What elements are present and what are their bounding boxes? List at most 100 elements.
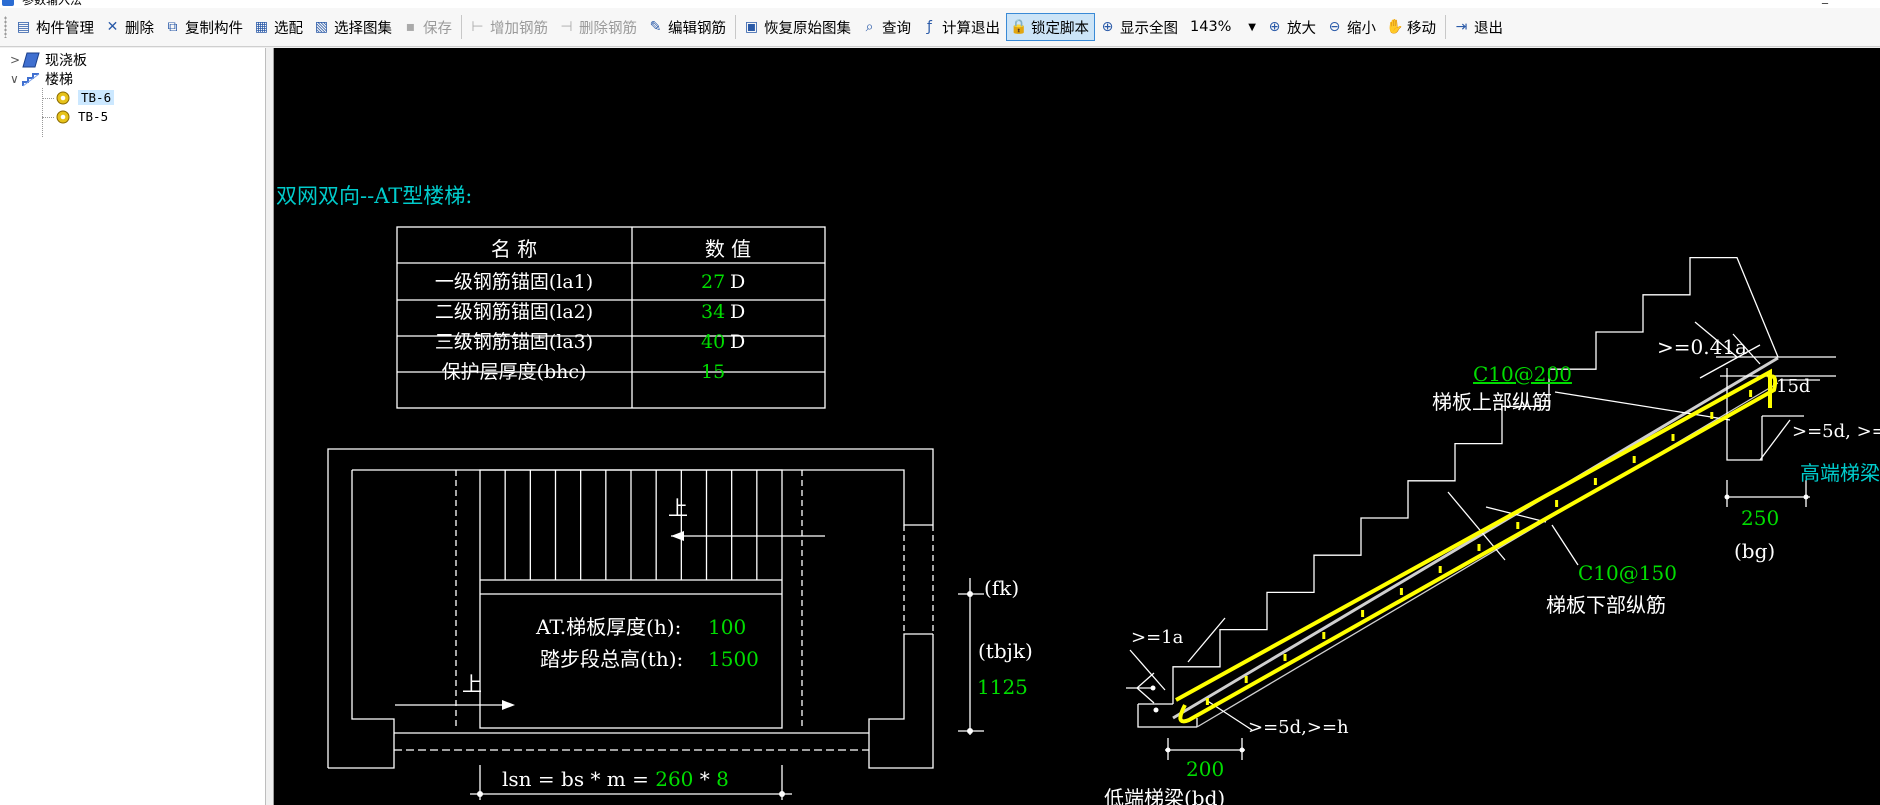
tree-node-tb-5[interactable]: TB-5 <box>55 107 108 126</box>
calc-exit-icon: ƒ <box>927 18 932 35</box>
zoom-out-icon: ⊖ <box>1328 18 1341 35</box>
title-bar: 参数输入法 _ <box>0 0 1880 8</box>
right-5d-label: >=5d, >= <box>1792 421 1880 442</box>
table-header-value: 数 值 <box>705 237 751 261</box>
delete-button[interactable]: ✕ 删除 <box>100 13 160 41</box>
query-button[interactable]: ⌕ 查询 <box>857 13 917 41</box>
table-cell-value: 40 <box>701 331 725 353</box>
tree-node-label: TB-6 <box>78 90 115 105</box>
toolbar-label: 选配 <box>274 20 303 37</box>
edit-rebar-icon: ✎ <box>649 18 662 35</box>
move-button[interactable]: ✋ 移动 <box>1382 13 1442 41</box>
rebar-tie-mark <box>1593 478 1597 485</box>
thickness-label: AT.梯板厚度(h): <box>535 615 681 639</box>
zoom-in-button[interactable]: ⊕ 放大 <box>1262 13 1322 41</box>
table-cell-unit: D <box>730 271 745 293</box>
component-manage-button[interactable]: ▤ 构件管理 <box>11 13 100 41</box>
toolbar-grip[interactable] <box>4 16 7 38</box>
calc-exit-button[interactable]: ƒ 计算退出 <box>917 13 1006 41</box>
toolbar-label: 显示全图 <box>1120 20 1178 37</box>
app-icon <box>2 0 14 6</box>
rebar-tie-mark <box>1671 434 1675 441</box>
table-cell-unit: D <box>730 301 745 323</box>
choose-diagram-set-icon: ▧ <box>314 18 329 35</box>
rebar-tie-mark <box>1438 566 1442 573</box>
zoom-out-button[interactable]: ⊖ 缩小 <box>1322 13 1382 41</box>
toolbar-label: 增加钢筋 <box>490 20 548 37</box>
bg-value: 250 <box>1741 506 1779 530</box>
bd-value: 200 <box>1186 757 1224 781</box>
drawing-canvas[interactable]: 双网双向--AT型楼梯: 名 称 数 值 一级钢筋锚固(la1) 27 D 二级钢筋锚… <box>274 48 1880 805</box>
toolbar-label: 编辑钢筋 <box>668 20 726 37</box>
restore-diagram-icon: ▣ <box>744 18 759 35</box>
rebar-tie-mark <box>1632 456 1636 463</box>
save-button[interactable]: ▪ 保存 <box>398 13 458 41</box>
toolbar-label: 保存 <box>423 20 452 37</box>
table-cell-name: 保护层厚度(bhc) <box>442 361 587 383</box>
panel-splitter[interactable] <box>266 48 274 805</box>
tree-node-label: TB-5 <box>78 109 109 124</box>
lsn-formula: lsn = bs * m = 260 * 8 <box>502 767 729 791</box>
bg-label: (bg) <box>1734 539 1775 563</box>
tbjk-value: 1125 <box>977 675 1028 699</box>
collapse-icon[interactable]: ∨ <box>10 72 22 86</box>
lock-script-button[interactable]: 🔒 锁定脚本 <box>1006 13 1095 41</box>
show-all-button[interactable]: ⊕ 显示全图 <box>1095 13 1184 41</box>
delete-rebar-button[interactable]: ⊣ 删除钢筋 <box>554 13 643 41</box>
rebar-tie-mark <box>1322 632 1326 639</box>
expand-icon[interactable]: > <box>10 53 22 67</box>
rebar-tie-mark <box>1710 412 1714 419</box>
height-value: 1500 <box>708 647 759 671</box>
hook-15d-label: 15d <box>1776 376 1810 397</box>
rebar-tie-mark <box>1477 544 1481 551</box>
high-beam-label: 高端梯梁 <box>1800 461 1880 485</box>
rebar-bars <box>1175 368 1778 724</box>
toolbar-label: 恢复原始图集 <box>764 20 851 37</box>
minimize-button[interactable]: _ <box>1822 0 1828 4</box>
tree-node-cast-slab[interactable]: > 现浇板 <box>10 50 87 69</box>
select-diagram-button[interactable]: ▦ 选配 <box>249 13 309 41</box>
show-all-icon: ⊕ <box>1101 18 1114 35</box>
rebar-tie-mark <box>1516 522 1520 529</box>
zoom-select[interactable]: 143% ▼ <box>1184 14 1262 40</box>
exit-button[interactable]: ⇥ 退出 <box>1449 13 1509 41</box>
toolbar-label: 删除 <box>125 20 154 37</box>
main-toolbar: ▤ 构件管理 ✕ 删除 ⧉ 复制构件 ▦ 选配 ▧ 选择图集 ▪ 保存 ⊢ 增加钢筋 ⊣ 删除钢筋 ✎ 编辑钢筋 ▣… <box>0 8 1880 47</box>
toolbar-label: 放大 <box>1287 20 1316 37</box>
delete-rebar-icon: ⊣ <box>560 18 573 35</box>
toolbar-label: 退出 <box>1474 20 1503 37</box>
height-label: 踏步段总高(th): <box>540 647 683 671</box>
table-cell-value: 27 <box>701 271 725 293</box>
table-cell-value: 15 <box>701 361 725 383</box>
copy-component-icon: ⧉ <box>167 18 178 35</box>
tree-node-label: 楼梯 <box>45 71 73 88</box>
restore-diagram-button[interactable]: ▣ 恢复原始图集 <box>739 13 857 41</box>
tree-node-tb-6[interactable]: TB-6 <box>55 88 115 107</box>
toolbar-label: 查询 <box>882 20 911 37</box>
table-cell-name: 一级钢筋锚固(la1) <box>435 271 593 293</box>
tree-node-label: 现浇板 <box>45 52 87 69</box>
add-rebar-button[interactable]: ⊢ 增加钢筋 <box>465 13 554 41</box>
dropdown-caret-icon[interactable]: ▼ <box>1248 22 1256 33</box>
choose-diagram-set-button[interactable]: ▧ 选择图集 <box>309 13 398 41</box>
bottom-rebar-spec: C10@150 <box>1578 561 1677 585</box>
left-5d-label: >=5d,>=h <box>1248 717 1349 738</box>
fk-label: (fk) <box>984 576 1019 600</box>
edit-rebar-button[interactable]: ✎ 编辑钢筋 <box>643 13 732 41</box>
up-label: 上 <box>668 496 688 520</box>
la-label: >=1a <box>1131 627 1184 648</box>
tbjk-label: (tbjk) <box>978 639 1033 663</box>
table-cell-unit: D <box>730 331 745 353</box>
table-cell-value: 34 <box>701 301 725 323</box>
rebar-tie-mark <box>1244 676 1248 683</box>
gear-icon <box>55 90 73 106</box>
tree-node-stairs[interactable]: ∨ 楼梯 <box>10 69 73 88</box>
window-title: 参数输入法 <box>22 0 83 7</box>
save-icon: ▪ <box>405 18 416 35</box>
toolbar-label: 删除钢筋 <box>579 20 637 37</box>
copy-component-button[interactable]: ⧉ 复制构件 <box>160 13 249 41</box>
thickness-value: 100 <box>708 615 746 639</box>
table-cell-name: 三级钢筋锚固(la3) <box>435 331 593 353</box>
move-icon: ✋ <box>1386 18 1404 35</box>
bottom-rebar-label: 梯板下部纵筋 <box>1546 593 1666 617</box>
